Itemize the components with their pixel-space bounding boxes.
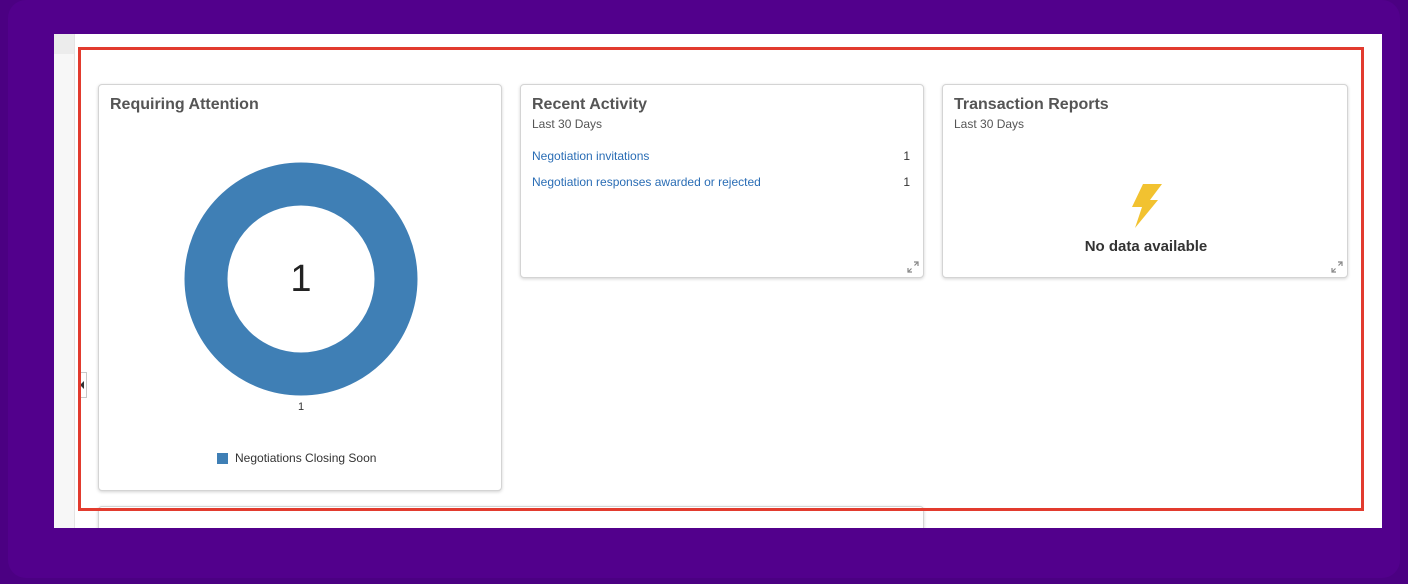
left-nav-strip-header: [54, 34, 74, 54]
left-nav-strip: [54, 34, 75, 528]
presentation-frame: Requiring Attention 1 1 Negotiations Clo…: [8, 0, 1400, 578]
dashboard-screen: Requiring Attention 1 1 Negotiations Clo…: [54, 34, 1382, 528]
highlight-border: [78, 47, 1364, 511]
